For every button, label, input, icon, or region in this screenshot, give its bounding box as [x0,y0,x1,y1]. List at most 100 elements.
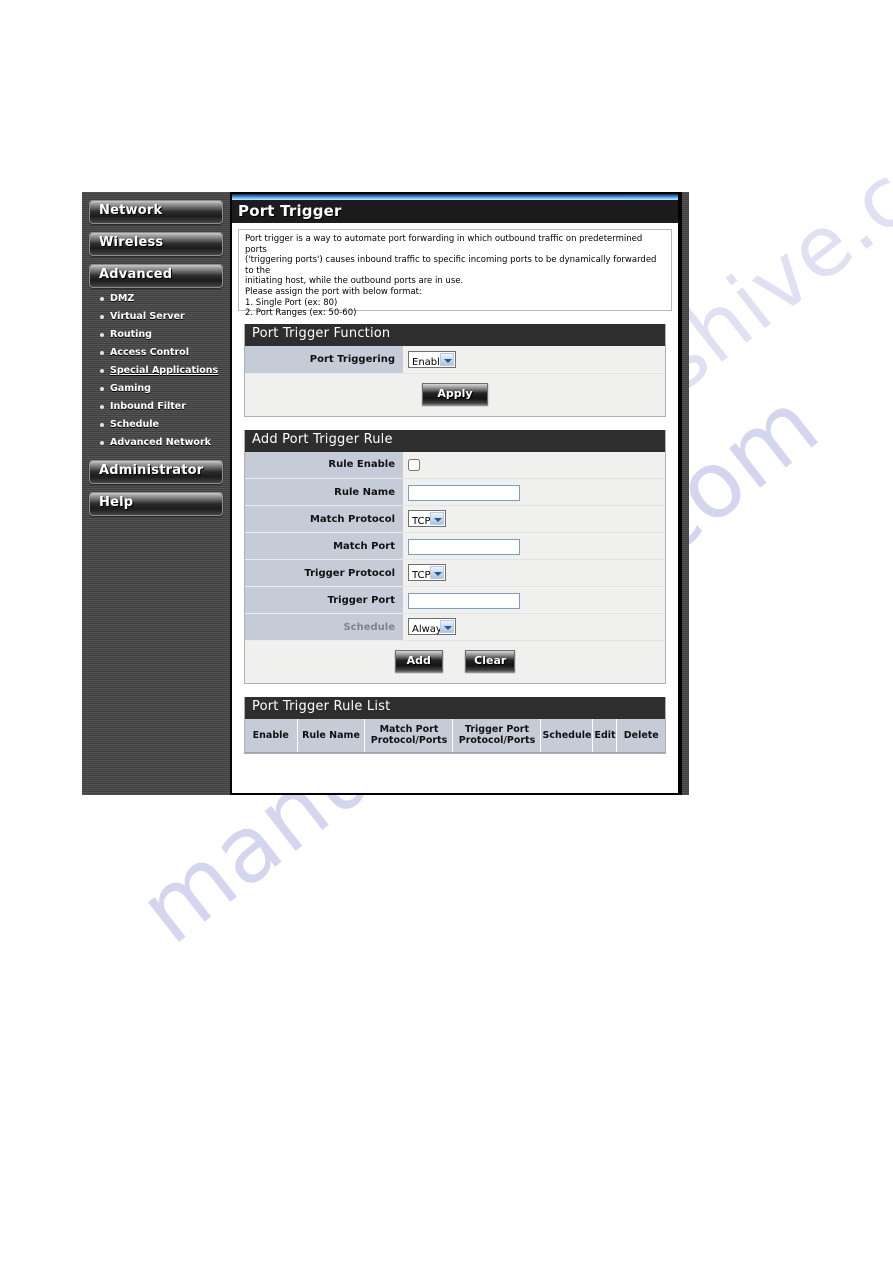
match-protocol-field: TCP [403,505,665,533]
apply-button[interactable]: Apply [422,382,488,405]
match-protocol-label: Match Protocol [245,505,403,533]
description-line-6: 2. Port Ranges (ex: 50-60) [245,308,357,319]
sidebar-item-network[interactable]: Network [89,200,223,224]
column-header-enable-line1: Enable [252,729,289,741]
sidebar-subitem-gaming-label: Gaming [110,383,151,394]
port-triggering-row: Port Triggering Enable [245,346,665,374]
rule-name-label: Rule Name [245,478,403,506]
match-port-label: Match Port [245,532,403,560]
port-triggering-select[interactable]: Enable [408,350,456,368]
trigger-port-label: Trigger Port [245,586,403,614]
column-header-trigger-port-line2: Protocol/Ports [458,735,536,746]
description-line-3: initiating host, while the outbound port… [245,276,464,287]
port-trigger-function-table: Port Triggering Enable [245,346,665,374]
sidebar-item-network-label: Network [99,203,163,218]
port-triggering-field: Enable [403,346,665,374]
sidebar-item-wireless[interactable]: Wireless [89,232,223,256]
port-triggering-select-value: Enable [412,356,447,368]
trigger-port-input[interactable] [408,593,520,610]
rule-enable-field [403,451,665,479]
content-area: Port Trigger Port trigger is a way to au… [230,192,689,795]
column-header-trigger-port-line1: Trigger Port [464,724,530,735]
schedule-select-value: Always [412,624,448,636]
port-trigger-function-panel: Port Trigger Function Port Triggering En… [244,324,666,417]
trigger-port-row: Trigger Port [245,586,665,614]
sidebar-subitem-virtual-server[interactable]: Virtual Server [99,312,223,322]
port-trigger-function-header: Port Trigger Function [245,324,665,346]
router-admin-page: Network Wireless Advanced DMZ Virtual Se… [82,192,689,795]
rule-name-input[interactable] [408,485,520,502]
trigger-protocol-row: Trigger Protocol TCP [245,559,665,587]
advanced-submenu: DMZ Virtual Server Routing Access Contro… [89,294,223,448]
rule-enable-label: Rule Enable [245,451,403,479]
clear-button[interactable]: Clear [465,650,516,672]
sidebar-subitem-access-control[interactable]: Access Control [99,348,223,358]
sidebar-item-administrator[interactable]: Administrator [89,460,223,484]
right-edge-strip [682,192,689,795]
sidebar-subitem-special-applications[interactable]: Special Applications [99,366,223,376]
rule-enable-checkbox[interactable] [408,458,420,471]
chevron-down-icon [430,512,444,526]
trigger-port-field [403,586,665,614]
add-port-trigger-rule-panel: Add Port Trigger Rule Rule Enable Rule N… [244,429,666,684]
column-header-edit: Edit [592,719,618,753]
trigger-protocol-label: Trigger Protocol [245,559,403,587]
description-line-5: 1. Single Port (ex: 80) [245,297,338,308]
add-port-trigger-rule-header: Add Port Trigger Rule [245,429,665,452]
sidebar-subitem-dmz[interactable]: DMZ [99,294,223,304]
sidebar-item-help[interactable]: Help [89,492,223,516]
page-title-bar: Port Trigger [232,200,678,223]
rule-name-field [403,478,665,506]
page-description: Port trigger is a way to automate port f… [238,229,672,318]
sidebar-item-advanced[interactable]: Advanced [89,264,223,288]
rule-enable-row: Rule Enable [245,451,665,479]
content-frame: Port Trigger Port trigger is a way to au… [230,192,682,795]
column-header-edit-line1: Edit [594,729,616,741]
page-title: Port Trigger [238,202,342,220]
port-trigger-rule-list-panel: Port Trigger Rule List Enable Rule Name … [244,697,666,754]
column-header-delete: Delete [616,719,665,753]
sidebar-subitem-routing[interactable]: Routing [99,330,223,340]
column-header-schedule-line1: Schedule [542,729,592,741]
sidebar-subitem-inbound-filter-label: Inbound Filter [110,401,186,412]
column-header-trigger-port: Trigger Port Protocol/Ports [452,719,542,753]
sidebar-subitem-routing-label: Routing [110,329,152,340]
match-port-input[interactable] [408,539,520,556]
sidebar-subitem-gaming[interactable]: Gaming [99,384,223,394]
port-trigger-rule-list-header: Port Trigger Rule List [245,697,665,719]
sidebar-subitem-schedule[interactable]: Schedule [99,420,223,430]
sidebar-item-administrator-label: Administrator [99,463,204,478]
sidebar-subitem-virtual-server-label: Virtual Server [110,311,185,322]
add-rule-action-row: Add Clear [245,641,665,683]
sidebar-item-wireless-label: Wireless [99,235,164,250]
sidebar-subitem-dmz-label: DMZ [110,293,135,304]
match-protocol-select[interactable]: TCP [408,510,446,528]
add-button[interactable]: Add [394,650,443,672]
column-header-match-port: Match Port Protocol/Ports [364,719,454,753]
sidebar-subitem-access-control-label: Access Control [110,347,189,358]
chevron-down-icon [440,352,454,366]
rule-list-table: Enable Rule Name Match Port Protocol/Port… [245,719,665,753]
column-header-rule-name: Rule Name [297,719,366,753]
port-trigger-function-header-label: Port Trigger Function [252,326,391,341]
function-action-row: Apply [245,373,665,416]
trigger-protocol-select[interactable]: TCP [408,564,446,582]
trigger-protocol-field: TCP [403,559,665,587]
sidebar-subitem-inbound-filter[interactable]: Inbound Filter [99,402,223,412]
column-header-delete-line1: Delete [623,729,659,741]
column-header-rule-name-line1: Rule Name [302,729,360,741]
column-header-match-port-line2: Protocol/Ports [370,735,448,746]
schedule-field: Always [403,613,665,641]
sidebar-subitem-advanced-network-label: Advanced Network [110,437,211,448]
match-port-field [403,532,665,560]
column-header-schedule: Schedule [540,719,594,753]
column-header-enable: Enable [245,719,298,753]
sidebar-subitem-advanced-network[interactable]: Advanced Network [99,438,223,448]
rule-name-row: Rule Name [245,478,665,506]
chevron-down-icon [440,620,454,634]
chevron-down-icon [430,566,444,580]
sidebar-item-advanced-label: Advanced [99,267,173,282]
schedule-select[interactable]: Always [408,618,456,636]
port-triggering-label: Port Triggering [245,346,403,374]
add-rule-form-table: Rule Enable Rule Name Match Protocol TCP… [245,451,665,641]
